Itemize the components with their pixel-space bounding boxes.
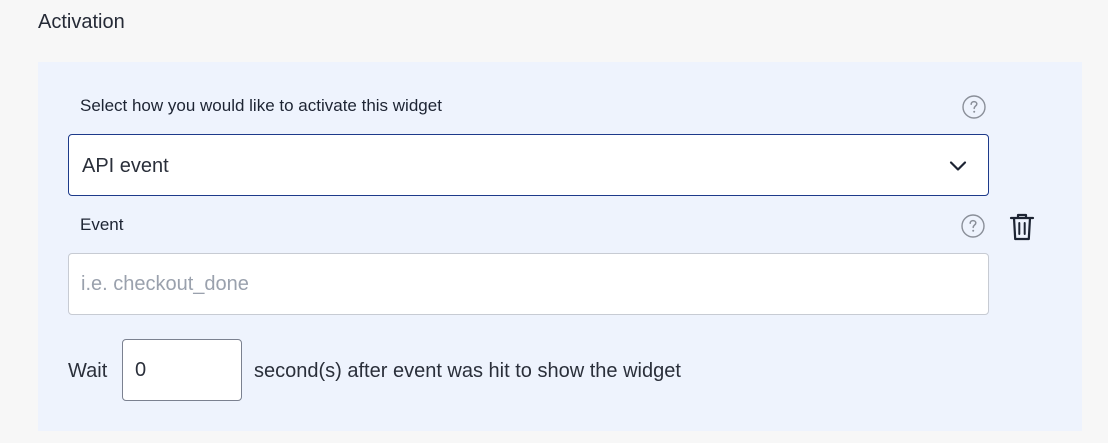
help-circle-icon[interactable]: [961, 214, 985, 238]
wait-delay-row: Wait second(s) after event was hit to sh…: [68, 339, 968, 401]
trash-icon[interactable]: [1008, 212, 1036, 242]
event-label: Event: [80, 215, 124, 234]
activation-type-selected-value: API event: [82, 155, 169, 177]
event-name-input[interactable]: [68, 253, 989, 315]
wait-seconds-input[interactable]: [122, 339, 242, 401]
wait-prefix-label: Wait: [68, 360, 108, 382]
wait-suffix-label: second(s) after event was hit to show th…: [254, 360, 681, 382]
activation-type-select[interactable]: API event: [68, 134, 989, 196]
chevron-down-icon: [949, 161, 967, 171]
help-circle-icon[interactable]: [962, 95, 986, 119]
section-title: Activation: [38, 11, 125, 33]
activation-select-label: Select how you would like to activate th…: [80, 96, 442, 115]
activation-panel: Select how you would like to activate th…: [38, 62, 1082, 431]
